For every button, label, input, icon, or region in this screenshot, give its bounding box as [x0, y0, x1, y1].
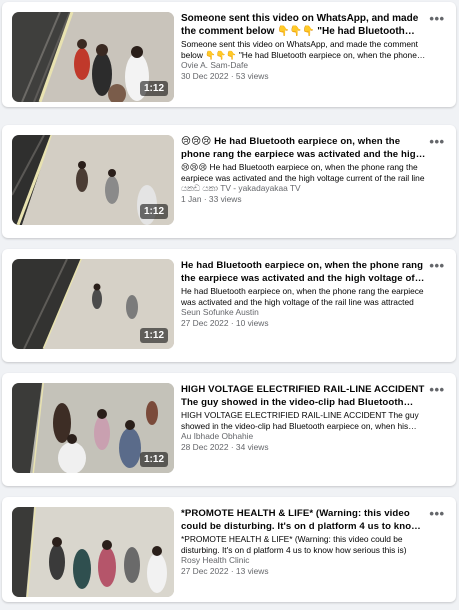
- video-meta: 28 Dec 2022 · 34 views: [181, 442, 269, 452]
- more-options-icon[interactable]: •••: [428, 383, 446, 396]
- video-description: 😢😢😢 He had Bluetooth earpiece on, when t…: [181, 162, 425, 183]
- video-author[interactable]: යකඩ යකා TV - yakadayakaa TV: [181, 183, 426, 194]
- video-author[interactable]: Ovie A. Sam-Dafe: [181, 60, 426, 71]
- video-duration: 1:12: [139, 81, 168, 96]
- video-thumbnail[interactable]: 1:12: [12, 383, 174, 473]
- more-options-icon[interactable]: •••: [428, 259, 446, 272]
- video-duration: 1:12: [139, 328, 168, 343]
- video-description: He had Bluetooth earpiece on, when the p…: [181, 286, 424, 307]
- more-options-icon[interactable]: •••: [428, 507, 446, 520]
- more-options-icon[interactable]: •••: [428, 12, 446, 25]
- video-result-card[interactable]: *PROMOTE HEALTH & LIFE* (Warning: this v…: [2, 497, 456, 602]
- video-description: *PROMOTE HEALTH & LIFE* (Warning: this v…: [181, 534, 407, 555]
- video-description: Someone sent this video on WhatsApp, and…: [181, 39, 418, 60]
- video-result-card[interactable]: 1:12 HIGH VOLTAGE ELECTRIFIED RAIL-LINE …: [2, 373, 456, 486]
- video-thumbnail[interactable]: [12, 507, 174, 597]
- video-title[interactable]: HIGH VOLTAGE ELECTRIFIED RAIL-LINE ACCID…: [181, 383, 426, 409]
- video-duration: 1:12: [139, 452, 168, 467]
- video-author[interactable]: Seun Sofunke Austin: [181, 307, 426, 318]
- video-author[interactable]: Rosy Health Clinic: [181, 555, 426, 566]
- video-title[interactable]: *PROMOTE HEALTH & LIFE* (Warning: this v…: [181, 507, 426, 533]
- video-result-card[interactable]: 1:12 😢😢😢 He had Bluetooth earpiece on, w…: [2, 125, 456, 238]
- video-title[interactable]: He had Bluetooth earpiece on, when the p…: [181, 259, 426, 285]
- video-result-card[interactable]: 1:12 Someone sent this video on WhatsApp…: [2, 2, 456, 107]
- video-meta: 27 Dec 2022 · 10 views: [181, 318, 269, 328]
- video-title[interactable]: 😢😢😢 He had Bluetooth earpiece on, when t…: [181, 135, 426, 161]
- video-thumbnail[interactable]: 1:12: [12, 259, 174, 349]
- more-options-icon[interactable]: •••: [428, 135, 446, 148]
- video-title[interactable]: Someone sent this video on WhatsApp, and…: [181, 12, 426, 38]
- video-meta: 30 Dec 2022 · 53 views: [181, 71, 269, 81]
- video-thumbnail[interactable]: 1:12: [12, 135, 174, 225]
- video-meta: 27 Dec 2022 · 13 views: [181, 566, 269, 576]
- video-result-card[interactable]: 1:12 He had Bluetooth earpiece on, when …: [2, 249, 456, 362]
- video-meta: 1 Jan · 33 views: [181, 194, 242, 204]
- video-author[interactable]: Au Ibhade Obhahie: [181, 431, 426, 442]
- video-description: HIGH VOLTAGE ELECTRIFIED RAIL-LINE ACCID…: [181, 410, 419, 431]
- video-thumbnail[interactable]: 1:12: [12, 12, 174, 102]
- video-duration: 1:12: [139, 204, 168, 219]
